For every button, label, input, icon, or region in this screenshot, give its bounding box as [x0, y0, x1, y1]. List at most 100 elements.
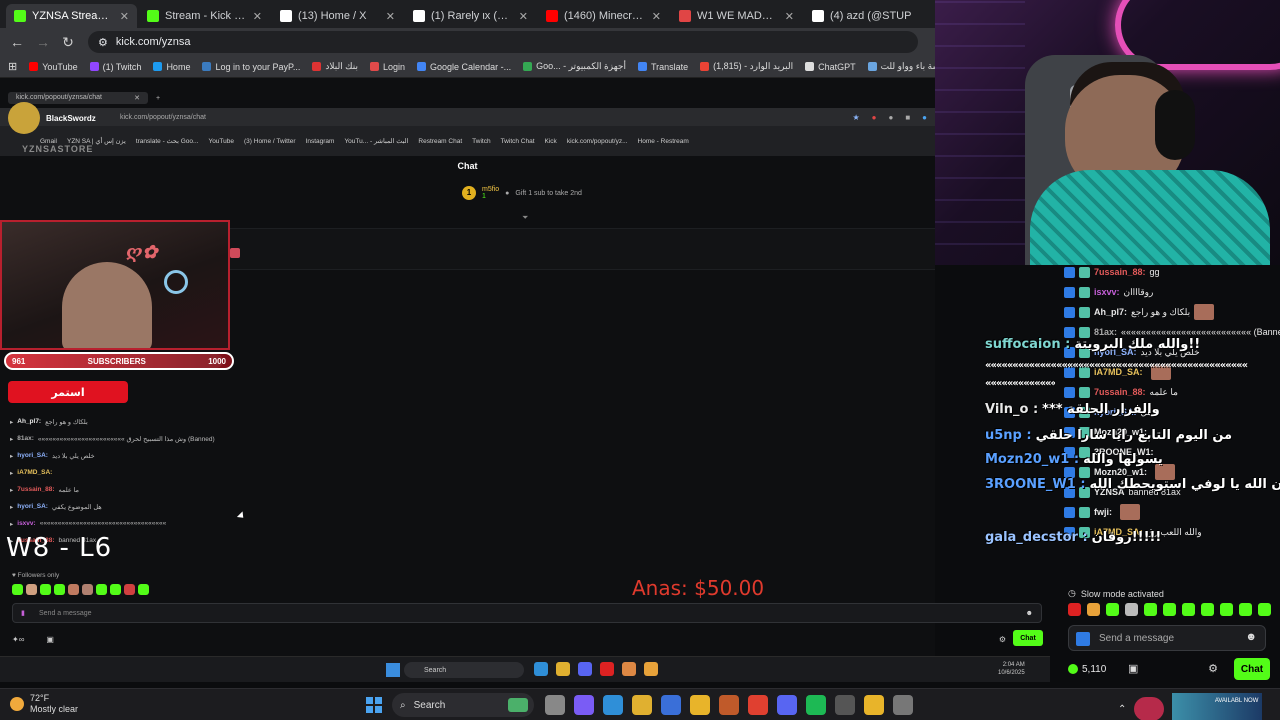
bookmark-item[interactable]: مؤسسة باء وواو للت...: [867, 61, 935, 72]
edge-icon[interactable]: [534, 662, 548, 676]
emote-icon[interactable]: [1201, 603, 1214, 616]
chat-username[interactable]: Ah_pl7:: [17, 418, 41, 425]
bookmark-item[interactable]: Login: [370, 62, 405, 72]
emote-icon[interactable]: [54, 584, 65, 595]
chat-message[interactable]: ▸ isxvv: «««««««««««««««««««««««««««««««««…: [10, 515, 310, 532]
app-icon[interactable]: [835, 695, 855, 715]
url-input[interactable]: ⚙ kick.com/yznsa: [88, 31, 918, 53]
browser-tab[interactable]: W1 WE MADE IT! T-shirt ✕: [671, 4, 802, 28]
close-icon[interactable]: ✕: [253, 10, 262, 23]
chevron-down-icon[interactable]: ⏷: [522, 213, 528, 223]
emote-icon[interactable]: [1163, 603, 1176, 616]
inner-chat-button[interactable]: Chat: [1013, 630, 1043, 646]
chat-username[interactable]: hyori_SA:: [17, 503, 48, 510]
gift-icon[interactable]: ▣: [1128, 662, 1138, 675]
chat-username[interactable]: 81ax:: [17, 435, 34, 442]
chat-username[interactable]: Mozn20_w1:: [1094, 467, 1147, 477]
weather-widget[interactable]: 72°F Mostly clear: [10, 693, 78, 715]
chat-message[interactable]: ▸ 7ussain_88: ما علمه: [10, 481, 310, 498]
emote-icon[interactable]: [1182, 603, 1195, 616]
settings-icon[interactable]: ⚙: [999, 635, 1006, 644]
chat-message[interactable]: 7ussain_88: ما علمه: [1064, 382, 1280, 402]
chat-message[interactable]: isxvv: روقاااان: [1064, 282, 1280, 302]
close-icon[interactable]: ✕: [519, 10, 528, 23]
chat-username[interactable]: Ah_pl7:: [1094, 307, 1127, 317]
emote-icon[interactable]: [82, 584, 93, 595]
close-icon[interactable]: ✕: [386, 10, 395, 23]
inner-message-input[interactable]: ▮ Send a message ☻: [12, 603, 1042, 623]
extension-icon[interactable]: ●: [872, 113, 877, 122]
chat-username[interactable]: iA7MD_SA:: [17, 469, 52, 476]
chat-message[interactable]: ▸ Ah_pl7: بلكاك و هو راجع: [10, 413, 310, 430]
message-input[interactable]: Send a message ☻: [1068, 625, 1266, 651]
bookmark-item[interactable]: بنك البلاد: [312, 61, 358, 72]
emote-icon[interactable]: [124, 584, 135, 595]
close-icon[interactable]: ✕: [785, 10, 794, 23]
chat-message[interactable]: ▸ iA7MD_SA:: [10, 464, 310, 481]
discord-icon[interactable]: [777, 695, 797, 715]
close-icon[interactable]: ✕: [134, 94, 140, 102]
browser-tab[interactable]: YZNSA Stream - Wat ✕: [6, 4, 137, 28]
store-icon[interactable]: [661, 695, 681, 715]
inner-bookmark-item[interactable]: translate - بحث Goo...: [136, 137, 199, 145]
emote-icon[interactable]: [1125, 603, 1138, 616]
chat-message[interactable]: ▸ 81ax: «««««««««««««««««««««««« وش مذا ال…: [10, 430, 310, 447]
browser-tab[interactable]: Stream - Kick Dashboard ✕: [139, 4, 270, 28]
chrome-icon[interactable]: [690, 695, 710, 715]
points-icon[interactable]: ✦∞: [12, 635, 24, 644]
emote-icon[interactable]: [40, 584, 51, 595]
bookmark-item[interactable]: (1) Twitch: [89, 62, 141, 72]
emote-icon[interactable]: [1220, 603, 1233, 616]
chat-message[interactable]: Ah_pl7: بلكاك و هو راجع: [1064, 302, 1280, 322]
windows-start-icon[interactable]: [366, 697, 382, 713]
chat-username[interactable]: 7ussain_88:: [1094, 267, 1146, 277]
bookmark-item[interactable]: Log in to your PayP...: [202, 62, 300, 72]
bookmark-item[interactable]: Translate: [637, 62, 688, 72]
app-icon[interactable]: [600, 662, 614, 676]
browser-tab[interactable]: (13) Home / X ✕: [272, 4, 403, 28]
chat-username[interactable]: 81ax:: [1094, 327, 1117, 337]
emote-icon[interactable]: [1144, 603, 1157, 616]
site-info-icon[interactable]: ⚙: [98, 36, 108, 49]
emote-icon[interactable]: [26, 584, 37, 595]
app-icon[interactable]: [644, 662, 658, 676]
app-logo-icon[interactable]: [1134, 697, 1165, 720]
emote-icon[interactable]: [12, 584, 23, 595]
extension-icon[interactable]: ■: [905, 113, 910, 122]
bookmark-item[interactable]: YouTube: [29, 62, 78, 72]
bookmark-item[interactable]: Google Calendar -...: [417, 62, 511, 72]
emoji-icon[interactable]: ☻: [1026, 610, 1033, 617]
folder-icon[interactable]: [556, 662, 570, 676]
inner-bookmark-item[interactable]: Twitch Chat: [501, 138, 535, 145]
new-tab-icon[interactable]: +: [156, 95, 160, 102]
apps-icon[interactable]: ⊞: [8, 60, 17, 73]
inner-taskbar-search[interactable]: Search: [404, 662, 524, 678]
app-icon[interactable]: [719, 695, 739, 715]
chat-username[interactable]: hyori_SA:: [17, 452, 48, 459]
bookmark-item[interactable]: (1,815) - البريد الوارد: [700, 61, 793, 72]
inner-bookmark-item[interactable]: Twitch: [472, 138, 490, 145]
chat-message[interactable]: 7ussain_88: gg: [1064, 262, 1280, 282]
edge-icon[interactable]: [603, 695, 623, 715]
extension-icon[interactable]: ●: [888, 113, 893, 122]
emote-icon[interactable]: [1106, 603, 1119, 616]
windows-start-icon[interactable]: [386, 663, 400, 677]
inner-bookmark-item[interactable]: Restream Chat: [418, 138, 462, 145]
browser-tab[interactable]: (4) azd (@STUP: [804, 4, 935, 28]
inner-bookmark-item[interactable]: Instagram: [306, 138, 335, 145]
inner-bookmark-item[interactable]: YouTu... - البث المباشر: [344, 137, 408, 145]
chat-username[interactable]: 7ussain_88:: [17, 486, 54, 493]
emote-icon[interactable]: [110, 584, 121, 595]
extension-icon[interactable]: ●: [922, 113, 927, 122]
spotify-icon[interactable]: [806, 695, 826, 715]
app-icon[interactable]: [748, 695, 768, 715]
emote-icon[interactable]: [96, 584, 107, 595]
emoji-icon[interactable]: ☻: [1245, 631, 1257, 643]
taskbar-search[interactable]: ⌕ Search: [392, 693, 534, 717]
chat-username[interactable]: 7ussain_88:: [1094, 387, 1146, 397]
chat-username[interactable]: isxvv:: [17, 520, 35, 527]
emote-icon[interactable]: [1068, 603, 1081, 616]
bookmark-item[interactable]: Goo... - أجهزة الكمبيوتر: [523, 61, 626, 72]
chat-username[interactable]: fwji:: [1094, 507, 1112, 517]
bookmark-item[interactable]: Home: [153, 62, 190, 72]
